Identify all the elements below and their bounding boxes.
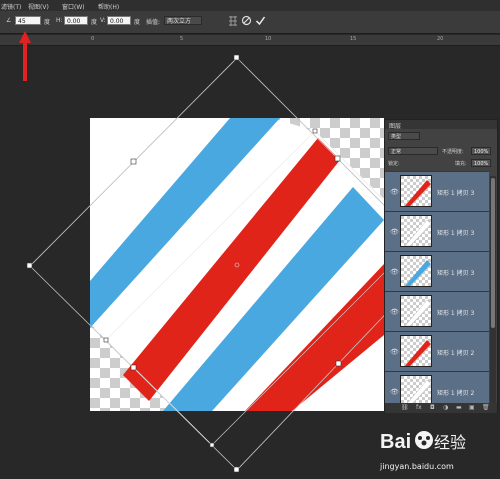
layers-panel-tabbar: 图层: [385, 120, 497, 130]
adjustment-icon[interactable]: ◑: [443, 404, 448, 411]
path-anchor[interactable]: [209, 442, 215, 448]
layers-panel-footer: ⛓ fx ◘ ◑ ▬ ▣ 🗑: [385, 403, 497, 413]
layers-scrollbar[interactable]: [490, 176, 496, 403]
angle-unit: 度: [44, 19, 51, 26]
layer-thumbnail[interactable]: [400, 335, 432, 367]
ruler-tick: 20: [437, 36, 444, 42]
path-anchor[interactable]: [312, 128, 318, 134]
group-icon[interactable]: ▬: [456, 404, 462, 411]
layer-name[interactable]: 矩形 1 拷贝 2: [437, 348, 474, 357]
layers-list: 👁 矩形 1 拷贝 3 👁 矩形 1 拷贝 3 👁 矩形 1 拷贝 3 👁 矩形 1 拷贝 3…: [385, 171, 497, 403]
menu-view[interactable]: 视图(V): [28, 2, 49, 11]
h-label: H:: [56, 17, 63, 24]
v-skew-input[interactable]: 0.00: [107, 16, 131, 25]
layers-panel: 图层 类型 正常 不透明度: 100% 锁定: 填充: 100% 👁 矩形 1 拷…: [384, 119, 498, 413]
interpolation-select[interactable]: 两次立方: [164, 16, 202, 25]
menu-help[interactable]: 帮助(H): [98, 2, 119, 11]
ruler-tick: 15: [350, 36, 357, 42]
svg-text:Bai: Bai: [380, 431, 411, 453]
layer-thumbnail[interactable]: [400, 255, 432, 287]
v-label: V:: [100, 17, 106, 24]
layer-name[interactable]: 矩形 1 拷贝 3: [437, 308, 474, 317]
menu-filter[interactable]: 滤镜(T): [1, 2, 21, 11]
visibility-eye-icon[interactable]: 👁: [390, 188, 399, 196]
transform-handle[interactable]: [334, 155, 341, 162]
transform-handle[interactable]: [130, 158, 137, 165]
layer-thumbnail[interactable]: [400, 175, 432, 207]
blend-mode-select[interactable]: 正常: [388, 147, 438, 155]
link-icon[interactable]: ⛓: [401, 404, 409, 411]
transform-handle[interactable]: [233, 466, 240, 473]
layer-row[interactable]: 👁 矩形 1 拷贝 2: [385, 371, 489, 403]
mask-icon[interactable]: ◘: [430, 404, 435, 411]
layer-name[interactable]: 矩形 1 拷贝 2: [437, 388, 474, 397]
opacity-label: 不透明度:: [442, 149, 464, 155]
angle-input[interactable]: 45: [15, 16, 41, 25]
layer-row[interactable]: 👁 矩形 1 拷贝 2: [385, 331, 489, 371]
warp-icon[interactable]: [227, 15, 239, 27]
ruler-tick: 10: [265, 36, 272, 42]
ruler-tick: 5: [180, 36, 184, 42]
layers-tab[interactable]: 图层: [389, 121, 401, 130]
layer-filter-select[interactable]: 类型: [388, 132, 420, 140]
fill-label: 填充:: [455, 161, 467, 167]
layer-row[interactable]: 👁 矩形 1 拷贝 3: [385, 211, 489, 251]
h-unit: 度: [91, 19, 98, 26]
transform-handle[interactable]: [26, 262, 33, 269]
visibility-eye-icon[interactable]: 👁: [390, 348, 399, 356]
checkmark-icon[interactable]: [255, 15, 266, 26]
watermark-url: jingyan.baidu.com: [380, 462, 454, 471]
layer-row[interactable]: 👁 矩形 1 拷贝 3: [385, 291, 489, 331]
layer-name[interactable]: 矩形 1 拷贝 3: [437, 268, 474, 277]
transform-handle[interactable]: [233, 54, 240, 61]
v-unit: 度: [134, 19, 141, 26]
lock-label: 锁定:: [388, 161, 400, 167]
visibility-eye-icon[interactable]: 👁: [390, 268, 399, 276]
layer-thumbnail[interactable]: [400, 295, 432, 327]
svg-text:经验: 经验: [434, 433, 466, 452]
menu-bar: 滤镜(T) 视图(V) 窗口(W) 帮助(H): [0, 0, 500, 11]
new-layer-icon[interactable]: ▣: [469, 404, 475, 411]
angle-icon: ∠: [6, 17, 12, 24]
layer-thumbnail[interactable]: [400, 375, 432, 403]
visibility-eye-icon[interactable]: 👁: [390, 388, 399, 396]
scrollbar-thumb[interactable]: [491, 178, 495, 328]
ruler-tick: 0: [91, 36, 95, 42]
h-skew-input[interactable]: 0.00: [64, 16, 88, 25]
layer-name[interactable]: 矩形 1 拷贝 3: [437, 188, 474, 197]
layer-name[interactable]: 矩形 1 拷贝 3: [437, 228, 474, 237]
visibility-eye-icon[interactable]: 👁: [390, 308, 399, 316]
fx-icon[interactable]: fx: [416, 404, 422, 411]
path-anchor[interactable]: [103, 337, 109, 343]
visibility-eye-icon[interactable]: 👁: [390, 228, 399, 236]
baidu-jingyan-logo: Bai 经验: [380, 431, 466, 453]
layer-thumbnail[interactable]: [400, 215, 432, 247]
opacity-input[interactable]: 100%: [471, 147, 491, 155]
transform-handle[interactable]: [130, 364, 137, 371]
menu-window[interactable]: 窗口(W): [62, 2, 85, 11]
interpolation-label: 插值:: [146, 19, 161, 26]
layer-row[interactable]: 👁 矩形 1 拷贝 3: [385, 171, 489, 211]
trash-icon[interactable]: 🗑: [482, 404, 490, 411]
cancel-icon[interactable]: [241, 15, 252, 26]
options-bar: ∠ 45 度 H: 0.00 度 V: 0.00 度 插值: 两次立方: [0, 11, 500, 34]
fill-input[interactable]: 100%: [471, 159, 491, 167]
layer-row[interactable]: 👁 矩形 1 拷贝 3: [385, 251, 489, 291]
transform-handle[interactable]: [335, 360, 342, 367]
